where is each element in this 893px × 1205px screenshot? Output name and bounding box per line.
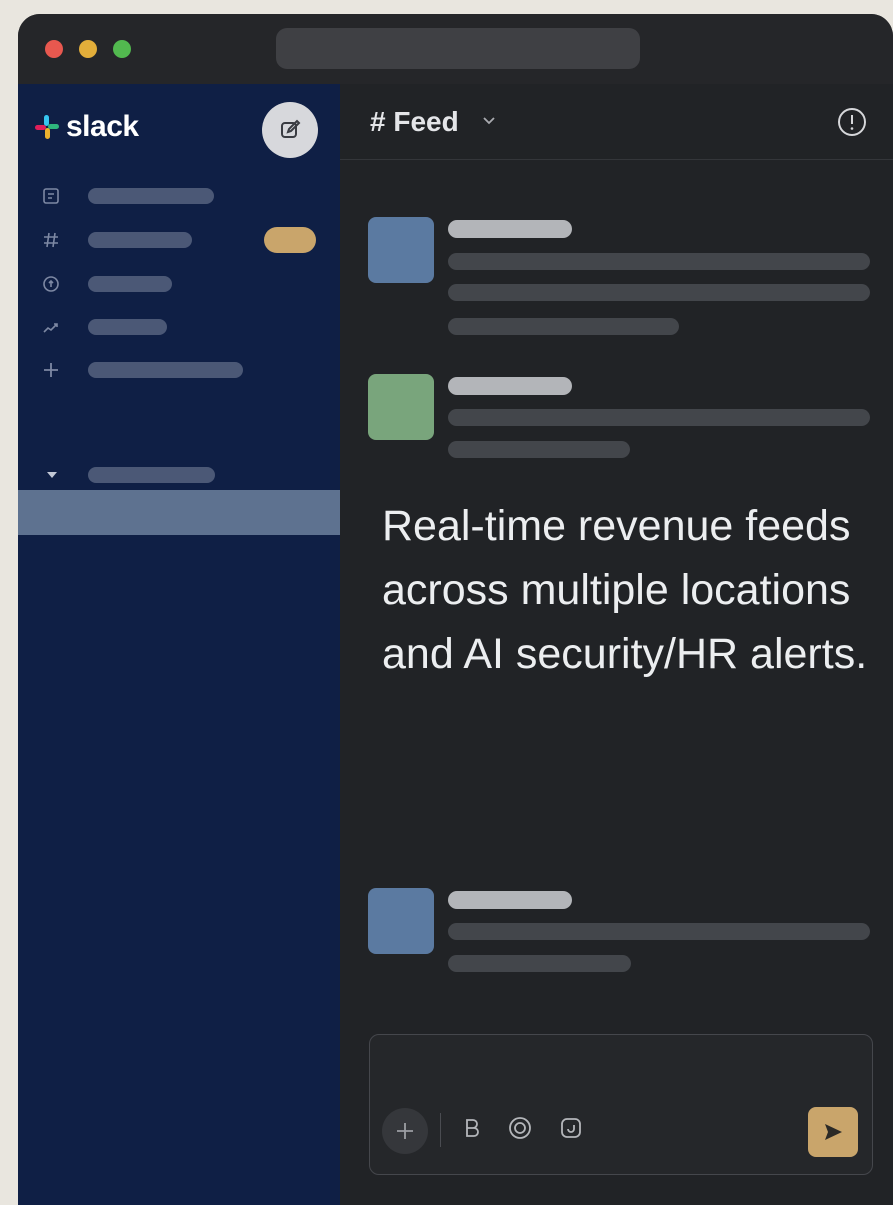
slack-logo-icon [35,115,59,139]
toolbar-divider [440,1113,441,1147]
sidebar-item-add[interactable] [40,359,243,381]
emoji-button[interactable] [505,1113,535,1143]
sidebar-item-label [88,319,167,335]
message-author [448,891,572,909]
attach-file-button[interactable] [556,1113,586,1143]
message-author [448,220,572,238]
attach-icon [561,1118,581,1138]
message-text-line [448,318,679,335]
unread-badge [264,227,316,253]
channel-panel: # Feed Real-time revenue feeds across mu… [340,84,893,1205]
sidebar-item-threads[interactable] [40,185,214,207]
maximize-window-button[interactable] [113,40,131,58]
channel-title[interactable]: # Feed [370,106,459,138]
sidebar: slack [18,84,340,1205]
message-text-line [448,441,630,458]
message-text-line [448,253,870,270]
message-text-line [448,955,631,972]
sidebar-item-label [88,232,192,248]
message-author [448,377,572,395]
close-window-button[interactable] [45,40,63,58]
sidebar-item-label [88,362,243,378]
title-bar [18,14,893,84]
message-composer[interactable] [369,1034,873,1175]
message-item[interactable] [368,888,873,978]
sidebar-item-selected-channel[interactable] [18,490,340,535]
caret-down-icon [47,472,57,478]
sidebar-item-analytics[interactable] [40,316,167,338]
avatar[interactable] [368,374,434,440]
activity-icon [40,273,62,295]
app-window: slack # Feed Real-time revenue feeds acr… [18,14,893,1205]
minimize-window-button[interactable] [79,40,97,58]
sidebar-item-label [88,188,214,204]
message-text-line [448,923,870,940]
channel-header: # Feed [340,84,893,160]
sidebar-section-toggle[interactable] [46,467,215,483]
avatar[interactable] [368,217,434,283]
avatar[interactable] [368,888,434,954]
threads-icon [40,185,62,207]
sidebar-item-label [88,276,172,292]
brand-name: slack [66,110,139,143]
add-attachment-button[interactable] [382,1108,428,1154]
sidebar-item-channels[interactable] [40,229,192,251]
add-icon [40,359,62,381]
compose-button[interactable] [262,102,318,158]
channels-icon [40,229,62,251]
format-bold-button[interactable] [456,1113,486,1143]
message-text-line [448,409,870,426]
bold-icon [466,1119,479,1137]
workspace-logo[interactable]: slack [34,110,139,144]
sidebar-section-label [88,467,215,483]
address-bar[interactable] [276,28,640,69]
message-item[interactable] [368,217,873,335]
message-text-line [448,284,870,301]
emoji-icon [509,1117,531,1139]
message-item[interactable] [368,374,873,464]
feature-caption: Real-time revenue feeds across multiple … [382,502,868,678]
send-button[interactable] [808,1107,858,1157]
analytics-icon [40,316,62,338]
compose-icon [281,119,301,138]
plus-icon [397,1123,413,1139]
sidebar-item-activity[interactable] [40,273,172,295]
chevron-down-icon[interactable] [482,116,496,126]
info-icon[interactable] [836,106,868,138]
send-icon [825,1124,842,1140]
